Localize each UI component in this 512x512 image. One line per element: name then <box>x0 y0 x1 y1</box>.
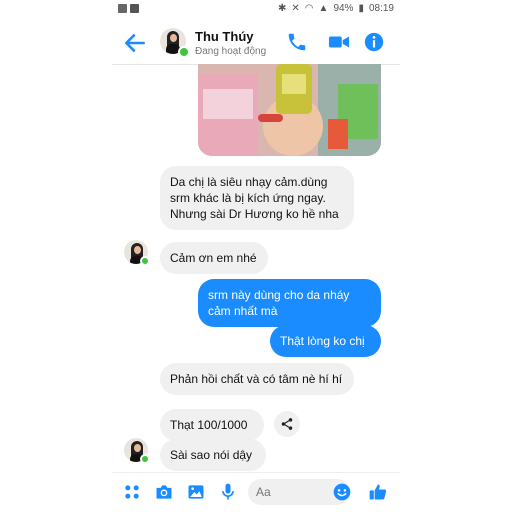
mute-icon: ✕ <box>291 3 300 14</box>
online-indicator <box>140 454 150 464</box>
facebook-notification-icon <box>130 4 139 13</box>
outgoing-message[interactable]: Thật lòng ko chị <box>270 325 381 357</box>
incoming-message[interactable]: Sài sao nói dậy <box>160 439 266 471</box>
phone-icon[interactable] <box>286 31 308 53</box>
wifi-icon: ◠ <box>304 3 314 14</box>
composer-bar <box>112 472 400 512</box>
online-indicator <box>140 256 150 266</box>
camera-icon[interactable] <box>154 482 174 502</box>
bluetooth-icon: ✱ <box>278 3 287 14</box>
online-indicator <box>178 46 190 58</box>
contact-status: Đang hoạt động <box>195 46 267 57</box>
clock: 08:19 <box>368 3 394 14</box>
contact-name[interactable]: Thu Thúy <box>195 29 254 44</box>
outgoing-message[interactable]: srm này dùng cho da nháy cảm nhất mà <box>198 279 381 327</box>
incoming-message[interactable]: Phản hồi chất và có tâm nè hí hí <box>160 363 354 395</box>
share-button[interactable] <box>274 411 300 437</box>
shared-photo[interactable] <box>198 64 381 156</box>
microphone-icon[interactable] <box>218 482 238 502</box>
back-arrow-icon[interactable] <box>122 30 148 56</box>
like-icon[interactable] <box>368 482 388 502</box>
incoming-message[interactable]: Cảm ơn em nhé <box>160 242 268 274</box>
incoming-message[interactable]: Thạt 100/1000 <box>160 409 264 441</box>
emoji-icon[interactable] <box>332 482 352 502</box>
battery-level: 94% <box>333 3 354 14</box>
messenger-screen: ✱ ✕ ◠ ▲ 94% ▮ 08:19 Thu Thúy Đang hoạt đ… <box>112 0 400 512</box>
message-list[interactable]: Da chị là siêu nhạy cảm.dùng srm khác là… <box>112 64 400 471</box>
gallery-icon[interactable] <box>186 482 206 502</box>
incoming-message[interactable]: Da chị là siêu nhạy cảm.dùng srm khác là… <box>160 166 354 230</box>
apps-icon[interactable] <box>122 482 142 502</box>
battery-icon: ▮ <box>358 3 364 14</box>
video-call-icon[interactable] <box>325 31 353 53</box>
signal-icon: ▲ <box>318 3 329 14</box>
info-icon[interactable] <box>363 31 385 53</box>
gallery-notification-icon <box>118 4 127 13</box>
share-icon <box>281 418 293 430</box>
chat-header: Thu Thúy Đang hoạt động <box>112 22 400 65</box>
status-bar: ✱ ✕ ◠ ▲ 94% ▮ 08:19 <box>112 0 400 20</box>
